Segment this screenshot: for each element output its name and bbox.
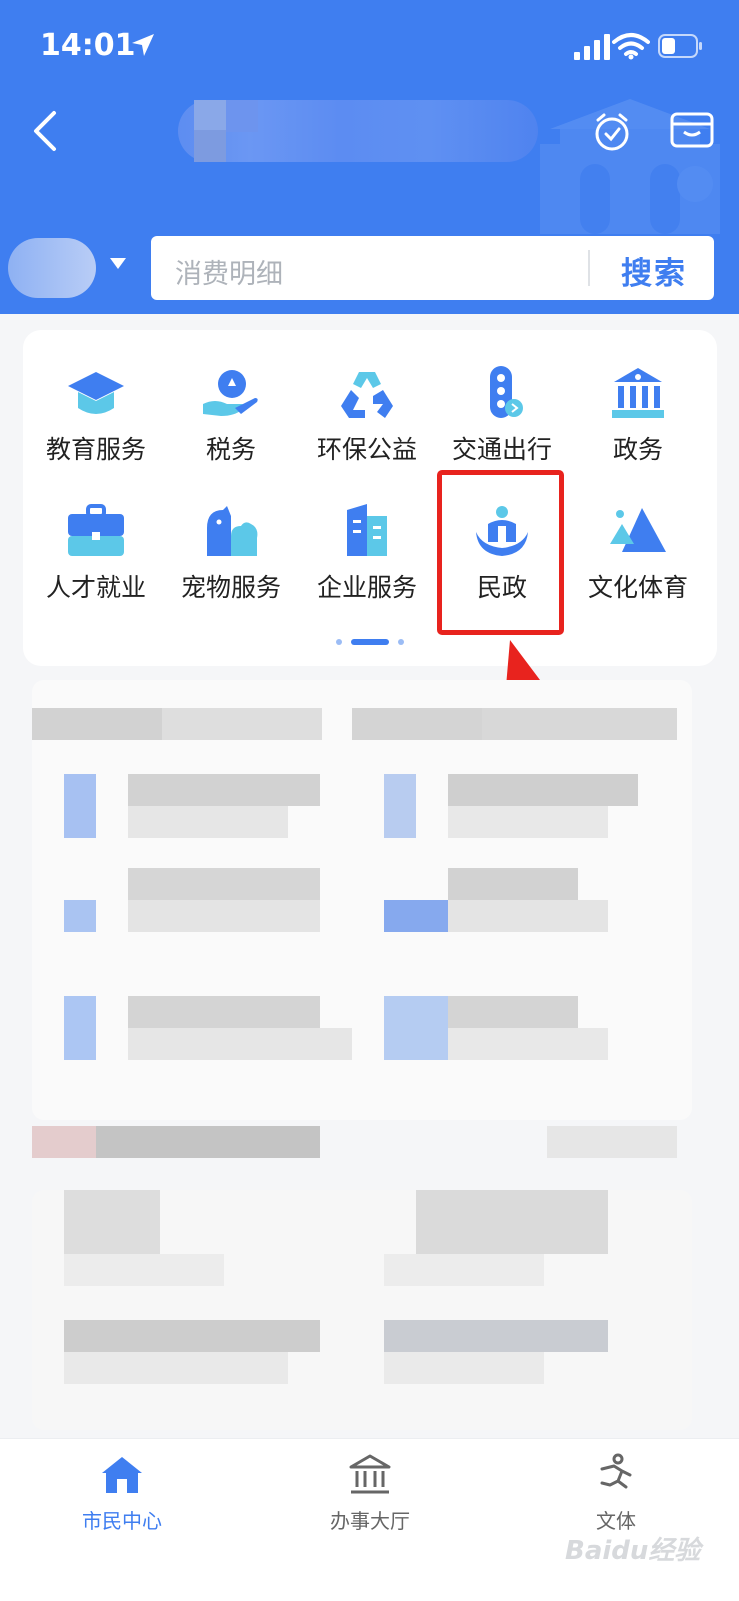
service-transport[interactable]: 交通出行 (434, 364, 570, 474)
baidu-watermark: Baidu经验 (565, 1536, 701, 1566)
city-dropdown-triangle-icon[interactable] (110, 258, 126, 269)
mountain-icon (610, 508, 666, 552)
tab-label: 市民中心 (82, 1509, 162, 1533)
bottom-tab-bar: 市民中心 办事大厅 文体 (0, 1438, 739, 1601)
home-icon (102, 1457, 142, 1493)
service-tax[interactable]: 税务 (163, 364, 299, 474)
graduation-cap-icon (68, 372, 124, 414)
service-label: 交通出行 (451, 435, 552, 464)
wifi-icon (612, 33, 650, 60)
search-bar[interactable]: 消费明细 搜索 (151, 236, 714, 300)
battery-icon (658, 34, 702, 58)
service-label: 宠物服务 (180, 573, 281, 602)
highlight-box (437, 470, 564, 635)
service-label: 环保公益 (316, 435, 417, 464)
status-bar: 14:01 (0, 0, 739, 90)
office-building-icon (347, 504, 387, 556)
service-government[interactable]: 政务 (570, 364, 706, 474)
pets-icon (207, 506, 258, 556)
government-building-icon (612, 368, 664, 418)
service-label: 文化体育 (587, 573, 688, 602)
wallet-icon[interactable] (670, 110, 714, 150)
tab-citizen-center[interactable]: 市民中心 (42, 1453, 202, 1543)
blurred-content-area (32, 680, 692, 1430)
search-button[interactable]: 搜索 (621, 248, 687, 293)
page-title-blurred (178, 100, 538, 162)
service-label: 人才就业 (45, 573, 146, 602)
service-label: 企业服务 (316, 573, 417, 602)
service-employment[interactable]: 人才就业 (28, 502, 164, 612)
tax-hand-icon (203, 370, 258, 416)
recycle-icon (341, 372, 393, 418)
search-divider (588, 250, 590, 286)
cellular-signal-icon (574, 34, 610, 60)
service-hall-icon (349, 1454, 391, 1494)
back-chevron-icon[interactable] (30, 110, 60, 152)
city-gate-illustration (540, 99, 720, 234)
service-label: 税务 (205, 435, 256, 464)
service-education[interactable]: 教育服务 (28, 364, 164, 474)
search-input[interactable]: 消费明细 (175, 252, 283, 291)
briefcase-icon (68, 504, 124, 556)
city-selector-blurred[interactable] (8, 238, 96, 298)
page-indicator (336, 639, 404, 645)
service-environment[interactable]: 环保公益 (299, 364, 435, 474)
service-culture-sports[interactable]: 文化体育 (570, 502, 706, 612)
tab-label: 办事大厅 (330, 1509, 410, 1533)
service-label: 教育服务 (45, 435, 146, 464)
service-enterprise[interactable]: 企业服务 (299, 502, 435, 612)
service-label: 政务 (612, 435, 663, 464)
traffic-light-icon (490, 366, 523, 418)
running-person-icon (600, 1453, 632, 1489)
tab-service-hall[interactable]: 办事大厅 (290, 1453, 450, 1543)
header: 14:01 消费明细 搜索 (0, 0, 739, 314)
service-grid-card: 教育服务 税务 环保公益 交通出行 政务 人才就业 宠物服务 企业服务 民政 文… (23, 330, 717, 666)
alarm-clock-icon[interactable] (592, 112, 632, 152)
service-pets[interactable]: 宠物服务 (163, 502, 299, 612)
location-arrow-icon (132, 34, 154, 56)
status-time: 14:01 (40, 28, 136, 63)
